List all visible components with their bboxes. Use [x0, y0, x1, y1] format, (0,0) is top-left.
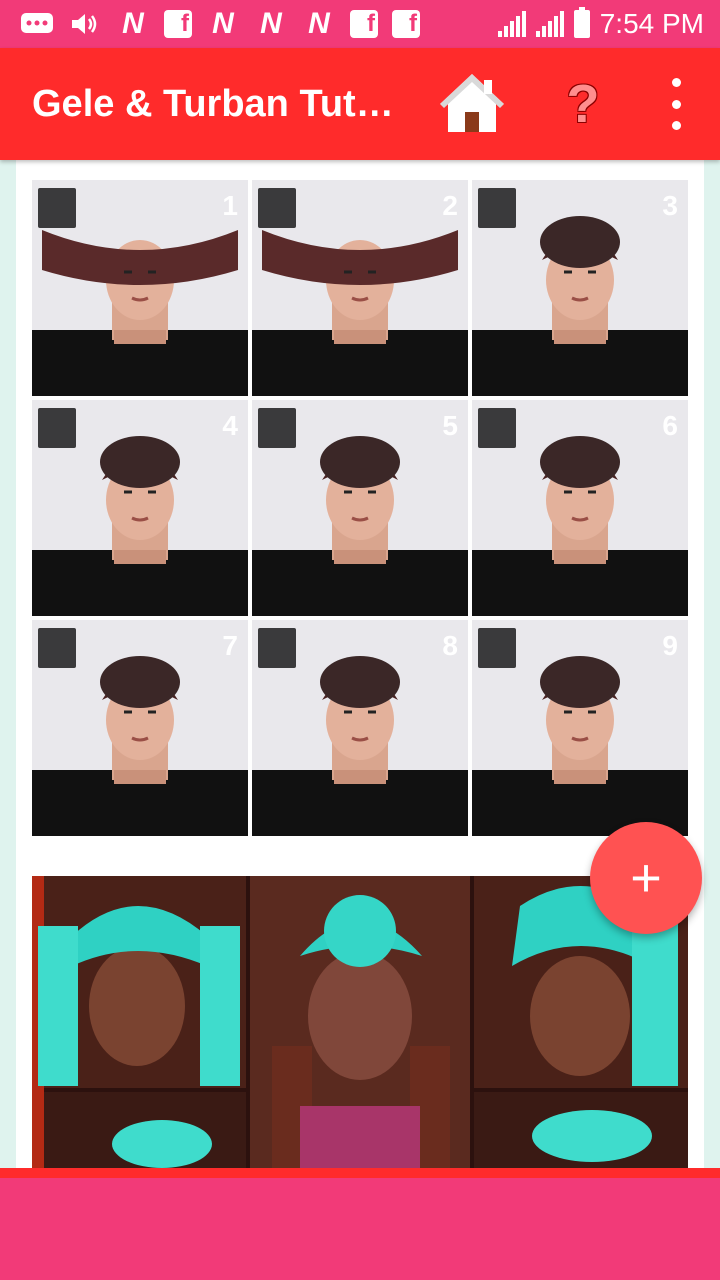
wall-frame [38, 628, 76, 668]
facebook-icon: f [350, 10, 378, 38]
step-number: 5 [442, 410, 458, 441]
step-number: 6 [662, 410, 678, 441]
more-options-button[interactable] [660, 78, 692, 130]
wall-frame [478, 408, 516, 448]
facebook-icon: f [164, 10, 192, 38]
n-notification-icon: N [260, 7, 282, 40]
app-bar: Gele & Turban Tut… ? [0, 48, 720, 160]
tutorial-step-3: 3 [472, 180, 688, 396]
step-number: 3 [662, 190, 678, 221]
add-button[interactable]: + [590, 822, 702, 934]
tutorial-step-9: 9 [472, 620, 688, 836]
turban-tutorial-image[interactable]: 1 2 3 4 5 6 7 8 9 [32, 180, 688, 836]
tutorial-step-6: 6 [472, 400, 688, 616]
tutorial-step-1: 1 [32, 180, 248, 396]
n-notification-icon: N [308, 7, 330, 40]
step-number: 9 [662, 630, 678, 661]
step-number: 1 [222, 190, 238, 221]
wall-frame [258, 628, 296, 668]
step-number: 2 [442, 190, 458, 221]
n-notification-icon: N [212, 7, 234, 40]
step-number: 7 [222, 630, 238, 661]
wall-frame [478, 628, 516, 668]
signal-icon [497, 11, 526, 37]
step-number: 8 [442, 630, 458, 661]
tutorial-step-2: 2 [252, 180, 468, 396]
wall-frame [258, 188, 296, 228]
bottom-bar [0, 1168, 720, 1280]
home-button[interactable] [436, 70, 508, 136]
message-icon [20, 9, 54, 39]
status-bar: N f N N N f f 7:54 PM [0, 0, 720, 48]
tutorial-step-8: 8 [252, 620, 468, 836]
wall-frame [38, 408, 76, 448]
wall-frame [258, 408, 296, 448]
volume-icon [68, 9, 102, 39]
step-number: 4 [222, 410, 238, 441]
notification-icons: N f N N N f f [0, 7, 420, 40]
help-button[interactable]: ? [558, 72, 608, 136]
gele-tutorial-image[interactable] [32, 876, 688, 1168]
tutorial-step-5: 5 [252, 400, 468, 616]
wall-frame [478, 188, 516, 228]
n-notification-icon: N [122, 7, 144, 40]
tutorial-step-4: 4 [32, 400, 248, 616]
battery-icon [573, 7, 590, 38]
facebook-icon: f [392, 10, 420, 38]
tutorial-step-7: 7 [32, 620, 248, 836]
home-icon [440, 74, 504, 132]
app-title: Gele & Turban Tut… [32, 82, 392, 125]
wall-frame [38, 188, 76, 228]
clock: 7:54 PM [599, 8, 704, 39]
signal-icon [535, 11, 564, 37]
